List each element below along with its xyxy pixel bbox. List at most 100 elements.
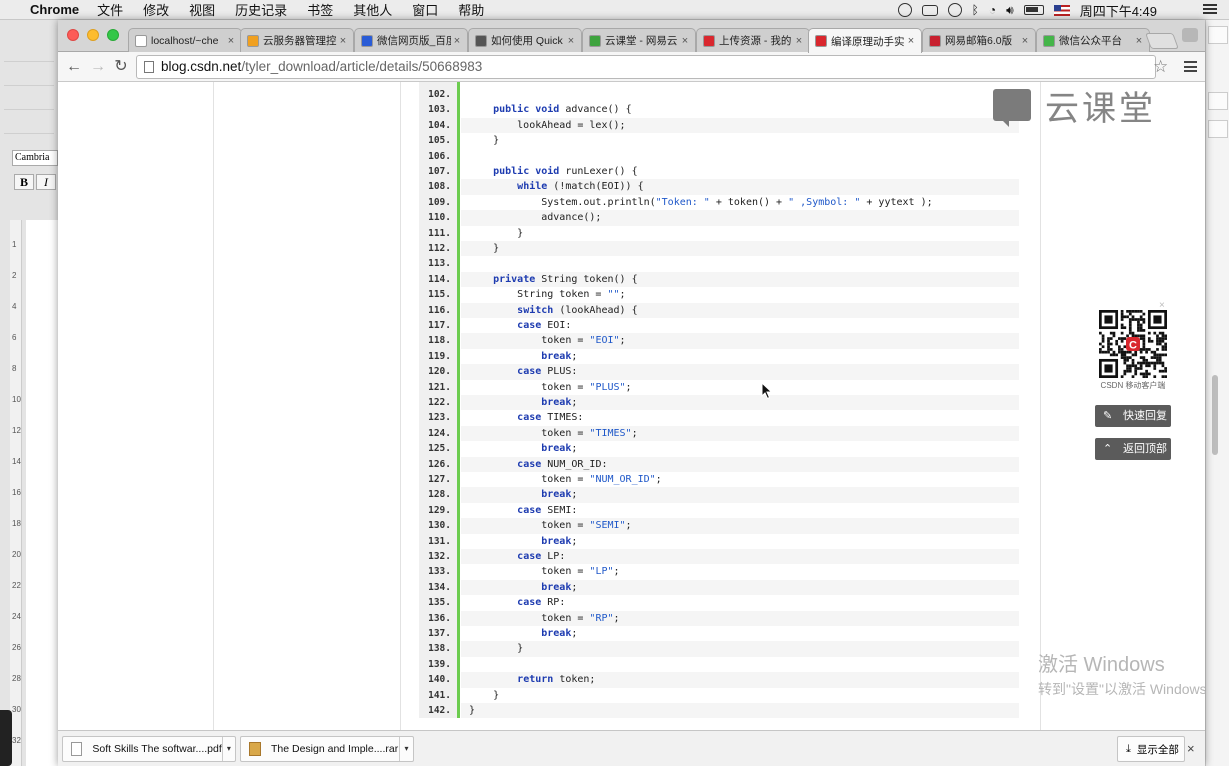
code-text: public void runLexer() {: [461, 164, 1019, 179]
back-arrow-icon[interactable]: ←: [64, 57, 84, 77]
new-tab-button[interactable]: [1145, 33, 1179, 49]
code-text: break;: [461, 626, 1019, 641]
download-item-rar[interactable]: The Design and Imple....rar ▾: [240, 736, 414, 762]
address-bar[interactable]: blog.csdn.net/tyler_download/article/det…: [136, 55, 1156, 79]
minimize-window-button[interactable]: [87, 29, 99, 41]
browser-tab[interactable]: 编译原理动手实 ×: [808, 28, 922, 53]
tab-close-icon[interactable]: ×: [225, 35, 237, 47]
battery-icon[interactable]: [1023, 5, 1044, 15]
time-machine-icon[interactable]: [947, 3, 962, 17]
browser-tab[interactable]: 微信公众平台 ×: [1036, 28, 1150, 52]
font-name-box[interactable]: Cambria: [12, 150, 58, 166]
tab-close-icon[interactable]: ×: [679, 35, 691, 47]
code-string: "RP": [589, 612, 614, 624]
bg-right-button[interactable]: [1208, 92, 1228, 110]
menu-window[interactable]: 窗口: [412, 0, 438, 19]
tab-close-icon[interactable]: ×: [337, 35, 349, 47]
keyboard-status-icon[interactable]: [921, 4, 938, 16]
chrome-menu-icon[interactable]: [1184, 61, 1197, 72]
line-number: 135.: [428, 597, 451, 609]
line-number: 111.: [428, 227, 451, 239]
code-line: 111. }: [419, 226, 1019, 241]
tab-close-icon[interactable]: ×: [905, 35, 917, 47]
browser-tab[interactable]: 微信网页版_百度 ×: [354, 28, 468, 52]
browser-tab[interactable]: 如何使用 Quick ×: [468, 28, 582, 52]
dock-edge: [0, 710, 12, 766]
browser-tab[interactable]: 网易邮箱6.0版 ×: [922, 28, 1036, 52]
download-item-pdf[interactable]: Soft Skills The softwar....pdf ▾: [62, 736, 236, 762]
browser-tab[interactable]: 上传资源 - 我的 ×: [696, 28, 810, 52]
code-token: EOI:: [541, 320, 572, 331]
menu-view[interactable]: 视图: [189, 0, 215, 19]
menubar-clock[interactable]: 周四下午4:49: [1080, 1, 1157, 20]
menu-people[interactable]: 其他人: [353, 0, 392, 19]
tab-close-icon[interactable]: ×: [565, 35, 577, 47]
menu-file[interactable]: 文件: [97, 0, 123, 19]
download-menu-chevron-icon[interactable]: ▾: [221, 737, 235, 761]
zoom-window-button[interactable]: [107, 29, 119, 41]
close-shelf-icon[interactable]: ×: [1187, 741, 1195, 756]
bold-button[interactable]: B: [14, 174, 34, 190]
show-all-downloads-button[interactable]: ⤓ 显示全部: [1117, 736, 1185, 762]
code-text: token = "SEMI";: [461, 518, 1019, 534]
code-line: 106.: [419, 149, 1019, 164]
ruler-mark: 26: [12, 643, 21, 652]
tab-close-icon[interactable]: ×: [1133, 35, 1145, 47]
ruler-mark: 6: [12, 333, 17, 342]
app-menu-chrome[interactable]: Chrome: [30, 2, 79, 17]
browser-tab[interactable]: localhost/~che ×: [128, 28, 242, 52]
volume-icon[interactable]: 🔊︎: [1006, 3, 1014, 18]
bg-scrollbar-thumb[interactable]: [1212, 375, 1218, 455]
code-text: lookAhead = lex();: [461, 117, 1019, 134]
bg-right-button[interactable]: [1208, 120, 1228, 138]
forward-arrow-icon[interactable]: →: [88, 57, 108, 77]
line-number: 114.: [428, 273, 451, 285]
quick-reply-button[interactable]: ✎ 快速回复: [1095, 405, 1171, 427]
tab-close-icon[interactable]: ×: [451, 35, 463, 47]
close-window-button[interactable]: [67, 29, 79, 41]
code-token: ;: [571, 397, 578, 408]
code-line: 117. case EOI:: [419, 318, 1019, 333]
line-number: 138.: [428, 643, 451, 655]
record-status-icon[interactable]: [897, 3, 912, 17]
line-number: 123.: [428, 412, 451, 424]
menu-edit[interactable]: 修改: [143, 0, 169, 19]
line-number: 139.: [428, 658, 451, 670]
code-keyword: void: [535, 104, 560, 116]
bookmark-star-icon[interactable]: ☆: [1153, 57, 1168, 77]
code-token: ;: [613, 566, 620, 578]
menu-help[interactable]: 帮助: [458, 0, 484, 19]
code-line: 113.: [419, 256, 1019, 271]
code-string: "Token: ": [655, 196, 710, 208]
italic-button[interactable]: I: [36, 174, 56, 190]
notification-center-icon[interactable]: [1203, 4, 1217, 14]
wifi-icon[interactable]: ◔: [989, 3, 996, 17]
input-source-flag-icon[interactable]: [1053, 4, 1070, 16]
line-number: 119.: [428, 350, 451, 362]
profile-icon[interactable]: [1182, 28, 1198, 42]
code-text: token = "RP";: [461, 610, 1019, 626]
code-keyword: break: [541, 397, 572, 408]
ruler-mark: 4: [12, 302, 17, 311]
browser-tab[interactable]: 云服务器管理控 ×: [240, 28, 354, 52]
tab-favicon-icon: [475, 34, 487, 47]
code-token: }: [469, 243, 500, 254]
back-to-top-button[interactable]: ⌃ 返回顶部: [1095, 438, 1171, 460]
line-number: 103.: [428, 104, 451, 116]
line-number: 132.: [428, 551, 451, 562]
download-menu-chevron-icon[interactable]: ▾: [399, 737, 413, 761]
tab-close-icon[interactable]: ×: [1019, 35, 1031, 47]
browser-tab[interactable]: 云课堂 - 网易云 ×: [582, 28, 696, 52]
bg-right-button[interactable]: [1208, 26, 1228, 44]
tab-close-icon[interactable]: ×: [793, 35, 805, 47]
line-number: 105.: [428, 135, 451, 147]
menu-history[interactable]: 历史记录: [235, 0, 287, 19]
tab-title: 云课堂 - 网易云: [605, 35, 678, 47]
reload-icon[interactable]: ↻: [111, 57, 131, 77]
code-text: break;: [461, 441, 1019, 456]
bluetooth-icon[interactable]: ᛒ: [972, 3, 979, 17]
download-shelf: Soft Skills The softwar....pdf ▾ The Des…: [58, 730, 1205, 766]
menu-bookmarks[interactable]: 书签: [307, 0, 333, 19]
code-text: }: [461, 688, 1019, 703]
